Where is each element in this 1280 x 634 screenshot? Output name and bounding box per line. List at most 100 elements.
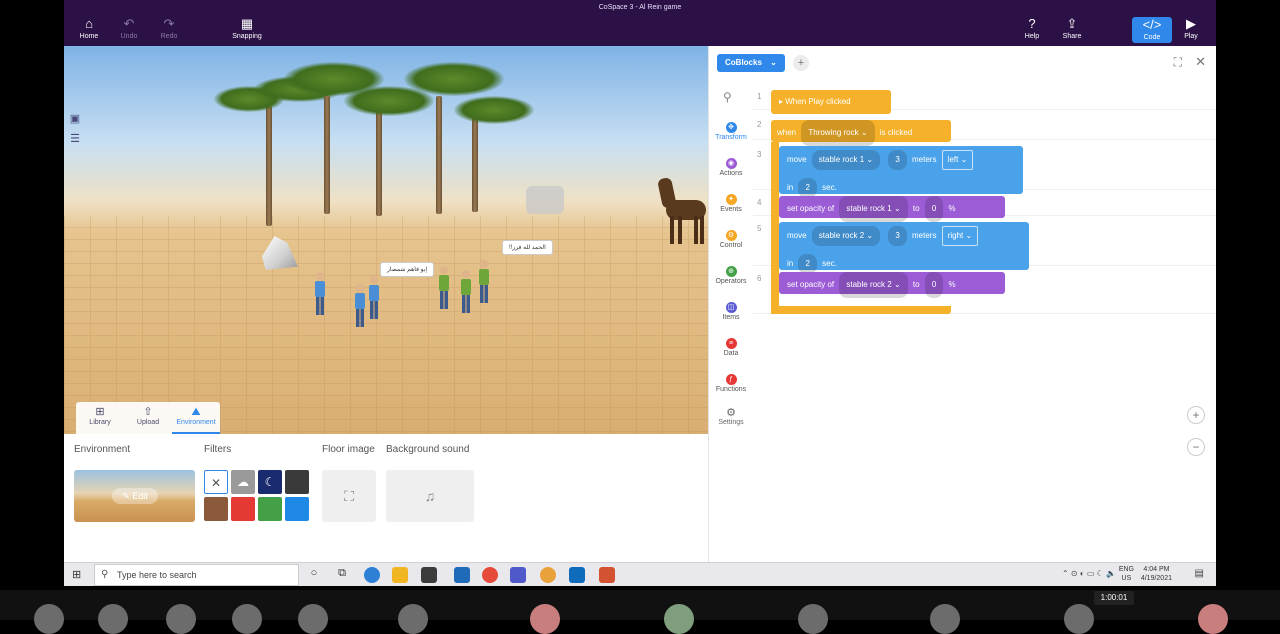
direction-selector[interactable]: left ⌄ bbox=[941, 150, 974, 170]
object-selector[interactable]: stable rock 2 ⌄ bbox=[839, 272, 908, 298]
cortana-icon[interactable]: ○ bbox=[306, 567, 322, 583]
outlook-icon[interactable] bbox=[569, 567, 585, 583]
avatar[interactable] bbox=[232, 604, 262, 634]
redo-button[interactable]: ↷ Redo bbox=[149, 16, 189, 44]
object-selector[interactable]: stable rock 2 ⌄ bbox=[811, 226, 881, 246]
direction-selector[interactable]: right ⌄ bbox=[941, 226, 979, 246]
when-clicked-block[interactable]: when Throwing rock ⌄ is clicked bbox=[771, 120, 951, 146]
category-data[interactable]: ≡ Data bbox=[709, 338, 753, 357]
character[interactable] bbox=[460, 270, 472, 314]
close-icon[interactable]: ✕ bbox=[1195, 54, 1206, 70]
object-selector[interactable]: stable rock 1 ⌄ bbox=[839, 196, 908, 222]
duration-input[interactable]: 2 bbox=[798, 254, 817, 274]
set-opacity-block-2[interactable]: set opacity of stable rock 2 ⌄ to 0 % bbox=[779, 272, 1005, 298]
avatar[interactable] bbox=[930, 604, 960, 634]
category-items[interactable]: ◫ Items bbox=[709, 302, 753, 321]
scene-viewport[interactable]: إبو فاهم شمصار !!الحمد لله فرز ▣ ☰ ⊞ Lib… bbox=[64, 46, 708, 434]
horse-model[interactable] bbox=[657, 172, 708, 246]
undo-button[interactable]: ↶ Undo bbox=[109, 16, 149, 44]
filter-blue[interactable] bbox=[285, 497, 309, 521]
avatar[interactable] bbox=[398, 604, 428, 634]
list-icon[interactable]: ☰ bbox=[68, 132, 82, 152]
category-control[interactable]: ⚙ Control bbox=[709, 230, 753, 249]
avatar[interactable] bbox=[798, 604, 828, 634]
category-events[interactable]: ✦ Events bbox=[709, 194, 753, 213]
home-button[interactable]: ⌂ Home bbox=[69, 16, 109, 44]
camera-icon[interactable]: ▣ bbox=[68, 112, 82, 132]
file-explorer-icon[interactable] bbox=[392, 567, 408, 583]
set-opacity-block-1[interactable]: set opacity of stable rock 1 ⌄ to 0 % bbox=[779, 196, 1005, 222]
snapping-button[interactable]: ▦ Snapping bbox=[227, 16, 267, 44]
object-selector[interactable]: Throwing rock ⌄ bbox=[801, 120, 875, 146]
opacity-input[interactable]: 0 bbox=[924, 196, 944, 222]
character[interactable] bbox=[438, 266, 450, 310]
stable-rock[interactable] bbox=[526, 186, 564, 214]
move-block-1[interactable]: move stable rock 1 ⌄ 3 meters left ⌄ in … bbox=[779, 146, 1023, 198]
windows-start-icon[interactable]: ⊞ bbox=[72, 568, 81, 581]
system-tray-icons[interactable]: ⌃ ⊙ ◐ ▭ ☾ 🔈 bbox=[1062, 569, 1116, 578]
notification-icon[interactable]: ▤ bbox=[1195, 568, 1204, 579]
category-settings[interactable]: ⚙ Settings bbox=[709, 406, 753, 426]
mail-icon[interactable] bbox=[454, 567, 470, 583]
code-button[interactable]: </> Code bbox=[1132, 17, 1172, 43]
task-view-icon[interactable]: ⧉ bbox=[334, 567, 350, 583]
zoom-out-button[interactable]: − bbox=[1187, 438, 1205, 456]
when-play-clicked-block[interactable]: ▸ When Play clicked bbox=[771, 90, 891, 114]
filter-dark[interactable] bbox=[285, 470, 309, 494]
edit-environment-button[interactable]: ✎ Edit bbox=[112, 488, 158, 504]
avatar[interactable] bbox=[298, 604, 328, 634]
add-tab-button[interactable]: + bbox=[793, 55, 809, 71]
duration-input[interactable]: 2 bbox=[798, 178, 817, 198]
powerpoint-icon[interactable] bbox=[599, 567, 615, 583]
environment-thumbnail[interactable]: ✎ Edit bbox=[74, 470, 195, 522]
tab-upload[interactable]: ⇧ Upload bbox=[124, 402, 172, 434]
avatar[interactable] bbox=[98, 604, 128, 634]
category-transform[interactable]: ✥ Transform bbox=[709, 122, 753, 141]
character[interactable] bbox=[354, 284, 366, 328]
taskbar-search-input[interactable]: ⚲ Type here to search bbox=[94, 564, 299, 586]
teams-icon[interactable] bbox=[510, 567, 526, 583]
filter-cloudy[interactable]: ☁ bbox=[231, 470, 255, 494]
category-operators[interactable]: ⊕ Operators bbox=[709, 266, 753, 285]
language-indicator[interactable]: ENG US bbox=[1119, 565, 1134, 583]
move-block-2[interactable]: move stable rock 2 ⌄ 3 meters right ⌄ in… bbox=[779, 222, 1029, 274]
category-actions[interactable]: ◉ Actions bbox=[709, 158, 753, 177]
share-button[interactable]: ⇪ Share bbox=[1052, 16, 1092, 44]
filter-night[interactable]: ☾ bbox=[258, 470, 282, 494]
character[interactable] bbox=[478, 260, 490, 304]
avatar[interactable] bbox=[1064, 604, 1094, 634]
expand-icon[interactable]: ⛶ bbox=[1174, 55, 1182, 70]
taskbar-clock[interactable]: 4:04 PM 4/19/2021 bbox=[1141, 565, 1172, 583]
edge-icon[interactable] bbox=[364, 567, 380, 583]
character[interactable] bbox=[314, 272, 326, 316]
category-functions[interactable]: ƒ Functions bbox=[709, 374, 753, 393]
tab-library[interactable]: ⊞ Library bbox=[76, 402, 124, 434]
tab-coblocks[interactable]: CoBlocks ⌄ bbox=[717, 54, 785, 72]
object-selector[interactable]: stable rock 1 ⌄ bbox=[811, 150, 881, 170]
avatar[interactable] bbox=[34, 604, 64, 634]
grid-icon: ▦ bbox=[240, 16, 254, 31]
amount-input[interactable]: 3 bbox=[888, 150, 907, 170]
code-workspace[interactable]: 1 2 3 4 5 6 ▸ When Play clicked when Thr… bbox=[753, 82, 1216, 562]
help-button[interactable]: ? Help bbox=[1012, 16, 1052, 44]
search-icon[interactable]: ⚲ bbox=[723, 90, 732, 104]
amount-input[interactable]: 3 bbox=[888, 226, 907, 246]
avatar[interactable] bbox=[530, 604, 560, 634]
play-button[interactable]: ▶ Play bbox=[1171, 16, 1211, 44]
avatar[interactable] bbox=[166, 604, 196, 634]
avatar[interactable] bbox=[664, 604, 694, 634]
zoom-in-button[interactable]: + bbox=[1187, 406, 1205, 424]
tab-environment[interactable]: ⛰ Environment bbox=[172, 402, 220, 434]
filter-green[interactable] bbox=[258, 497, 282, 521]
filter-red[interactable] bbox=[231, 497, 255, 521]
firefox-icon[interactable] bbox=[540, 567, 556, 583]
chrome-icon[interactable] bbox=[482, 567, 498, 583]
filter-none[interactable]: ✕ bbox=[204, 470, 228, 494]
background-sound-button[interactable]: ♫ bbox=[386, 470, 474, 522]
store-icon[interactable] bbox=[421, 567, 437, 583]
character[interactable] bbox=[368, 276, 380, 320]
floor-image-button[interactable]: ⛶ bbox=[322, 470, 376, 522]
avatar[interactable] bbox=[1198, 604, 1228, 634]
opacity-input[interactable]: 0 bbox=[924, 272, 944, 298]
filter-sepia[interactable] bbox=[204, 497, 228, 521]
